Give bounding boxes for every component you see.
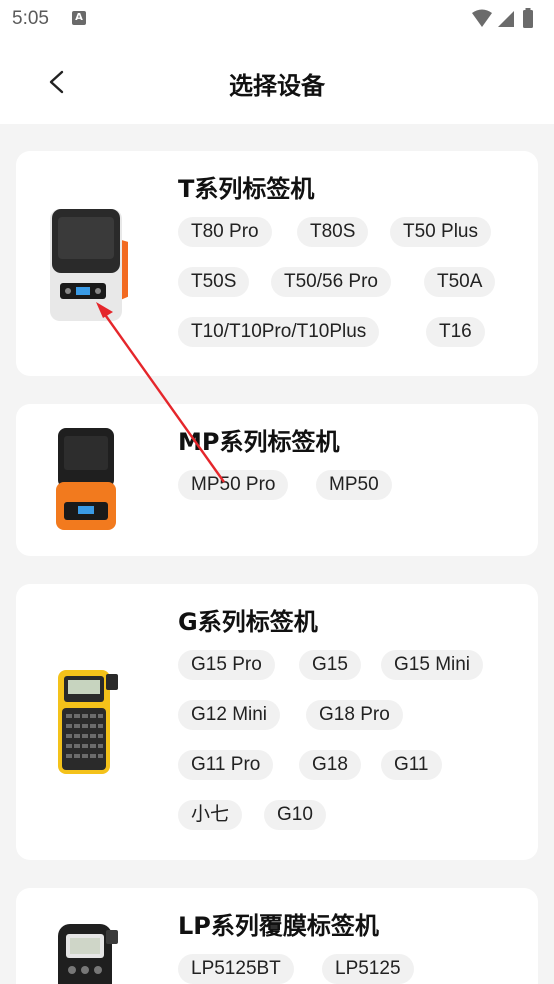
mp-series-printer-image <box>54 426 118 534</box>
device-series-card-g[interactable]: G系列标签机 G15 Pro G15 G15 Mini G12 Mini G18… <box>16 584 538 860</box>
model-chip-t16[interactable]: T16 <box>426 317 485 347</box>
series-name-mp: MP系列标签机 <box>178 428 340 456</box>
model-chip-g15-mini[interactable]: G15 Mini <box>381 650 484 680</box>
series-name-g: G系列标签机 <box>178 608 318 636</box>
model-chip-g15[interactable]: G15 <box>299 650 361 680</box>
signal-icon <box>498 11 514 27</box>
model-chip-t50s[interactable]: T50S <box>178 267 250 297</box>
model-chip-mp50[interactable]: MP50 <box>316 470 392 500</box>
lp-series-printer-image <box>56 922 120 984</box>
status-time: 5:05 <box>12 8 49 29</box>
model-chip-g15-pro[interactable]: G15 Pro <box>178 650 275 680</box>
model-chip-t50-plus[interactable]: T50 Plus <box>390 217 491 247</box>
model-chip-t80-pro[interactable]: T80 Pro <box>178 217 272 247</box>
model-chip-g12-mini[interactable]: G12 Mini <box>178 700 281 730</box>
device-series-card-lp[interactable]: LP系列覆膜标签机 LP5125BT LP5125 <box>16 888 538 984</box>
model-chip-g11-pro[interactable]: G11 Pro <box>178 750 274 780</box>
g-series-printer-image <box>54 668 120 776</box>
model-chip-t50a[interactable]: T50A <box>424 267 496 297</box>
model-chip-g11[interactable]: G11 <box>381 750 442 780</box>
a-icon: A <box>72 11 86 25</box>
status-bar: 5:05 A <box>0 0 554 38</box>
device-series-card-mp[interactable]: MP系列标签机 MP50 Pro MP50 <box>16 404 538 556</box>
page-title: 选择设备 <box>229 72 325 100</box>
t-series-printer-image <box>48 203 132 327</box>
model-chip-t50-56-pro[interactable]: T50/56 Pro <box>271 267 391 297</box>
model-chip-mp50-pro[interactable]: MP50 Pro <box>178 470 289 500</box>
model-chip-xiaoqi[interactable]: 小七 <box>178 800 243 830</box>
series-name-lp: LP系列覆膜标签机 <box>178 912 379 940</box>
device-series-card-t[interactable]: T系列标签机 T80 Pro T80S T50 Plus T50S T50/56… <box>16 151 538 376</box>
model-chip-g10[interactable]: G10 <box>264 800 326 830</box>
model-chip-g18-pro[interactable]: G18 Pro <box>306 700 403 730</box>
app-header: 选择设备 <box>0 38 554 124</box>
series-name-t: T系列标签机 <box>178 175 315 203</box>
model-chip-t80s[interactable]: T80S <box>297 217 369 247</box>
model-chip-lp5125[interactable]: LP5125 <box>322 954 414 984</box>
model-chip-g18[interactable]: G18 <box>299 750 361 780</box>
model-chip-lp5125bt[interactable]: LP5125BT <box>178 954 294 984</box>
model-chip-t10[interactable]: T10/T10Pro/T10Plus <box>178 317 380 347</box>
system-icons <box>470 8 540 34</box>
battery-icon <box>523 8 533 28</box>
wifi-icon <box>472 9 492 27</box>
